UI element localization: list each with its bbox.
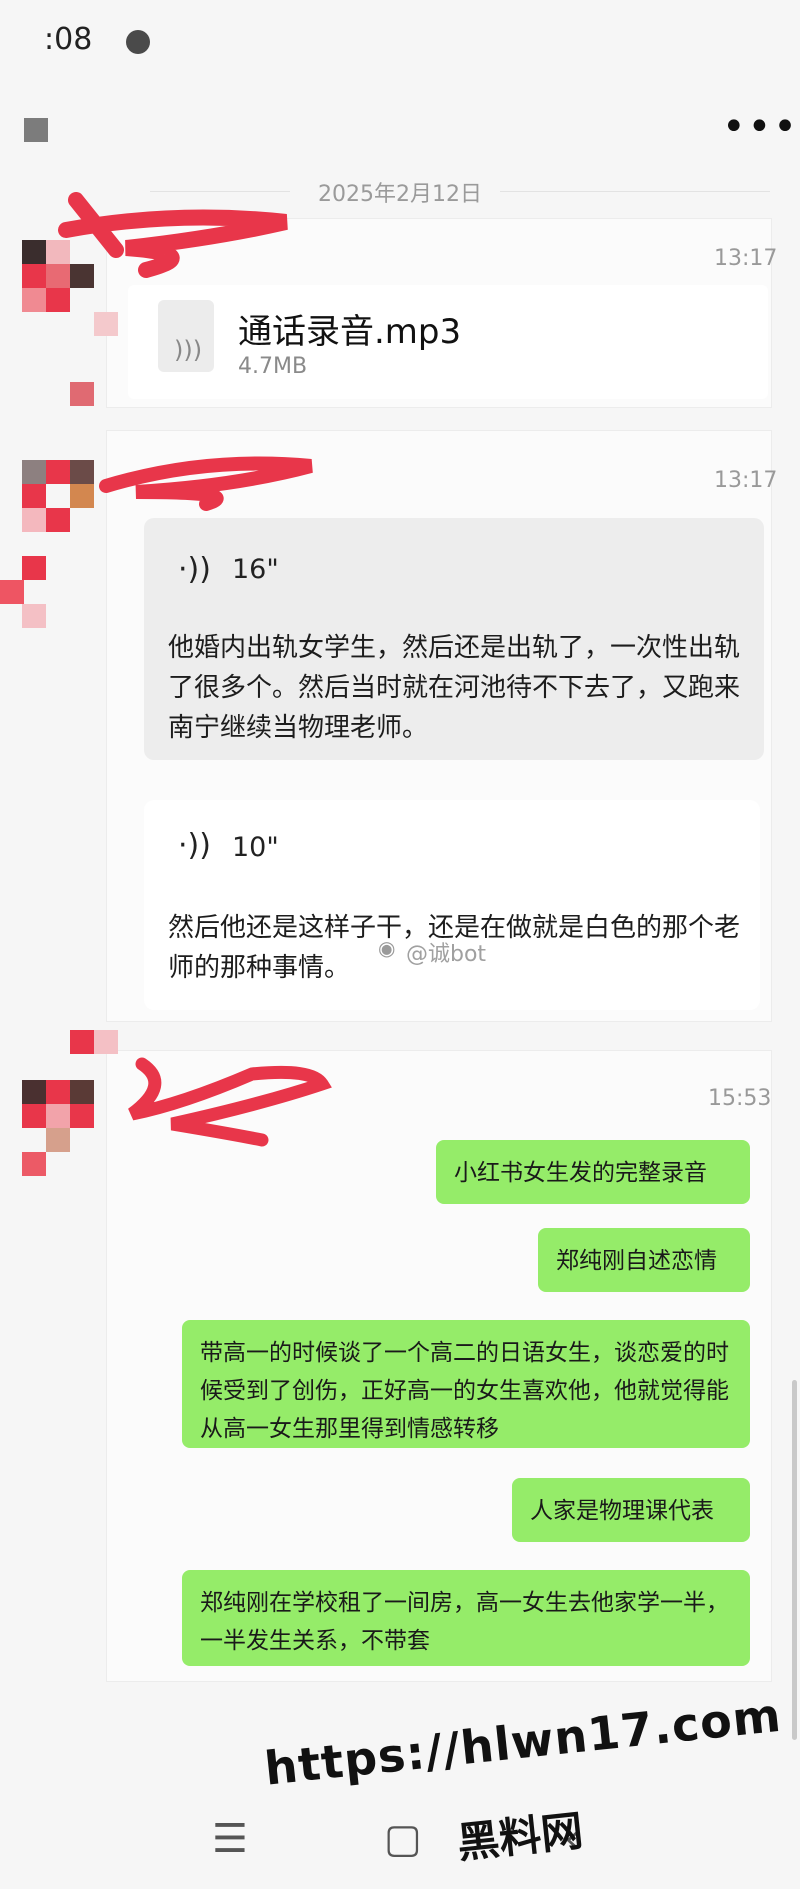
voice-play-icon[interactable]: ·)) — [178, 828, 211, 863]
chat-bubble[interactable]: 带高一的时候谈了一个高二的日语女生，谈恋爱的时候受到了创伤，正好高一的女生喜欢他… — [182, 1320, 750, 1448]
status-time: :08 — [44, 22, 93, 57]
voice-play-icon[interactable]: ·)) — [178, 552, 211, 587]
chat-bubble[interactable]: 郑纯刚自述恋情 — [538, 1228, 750, 1292]
weibo-watermark-icon: ◉ — [378, 936, 396, 960]
redaction-scribble — [58, 192, 288, 278]
menu-nav-icon[interactable]: ☰ — [212, 1816, 248, 1862]
voice-duration: 10" — [232, 832, 279, 863]
chat-bubble[interactable]: 郑纯刚在学校租了一间房，高一女生去他家学一半，一半发生关系，不带套 — [182, 1570, 750, 1666]
file-name: 通话录音.mp3 — [238, 312, 462, 352]
redaction-scribble — [127, 1057, 332, 1147]
redaction-scribble — [99, 456, 313, 511]
watermark: @诚bot — [406, 942, 487, 967]
file-size: 4.7MB — [238, 354, 308, 379]
message-time: 15:53 — [708, 1086, 772, 1111]
home-nav-icon[interactable]: ▢ — [384, 1816, 422, 1862]
site-watermark-url: https://hlwn17.com — [262, 1687, 784, 1796]
message-time: 13:17 — [714, 246, 778, 271]
voice-transcript: 他婚内出轨女学生，然后还是出轨了，一次性出轨了很多个。然后当时就在河池待不下去了… — [168, 633, 741, 743]
scrollbar[interactable] — [792, 1380, 797, 1740]
message-time: 13:17 — [714, 468, 778, 493]
audio-wave-icon: ))) — [174, 336, 203, 364]
chat-bubble[interactable]: 人家是物理课代表 — [512, 1478, 750, 1542]
chat-bubble[interactable]: 小红书女生发的完整录音 — [436, 1140, 750, 1204]
more-options-button[interactable]: ••• — [722, 107, 799, 147]
voice-duration: 16" — [232, 554, 279, 585]
back-button[interactable] — [24, 118, 48, 142]
settings-status-icon — [126, 30, 150, 54]
